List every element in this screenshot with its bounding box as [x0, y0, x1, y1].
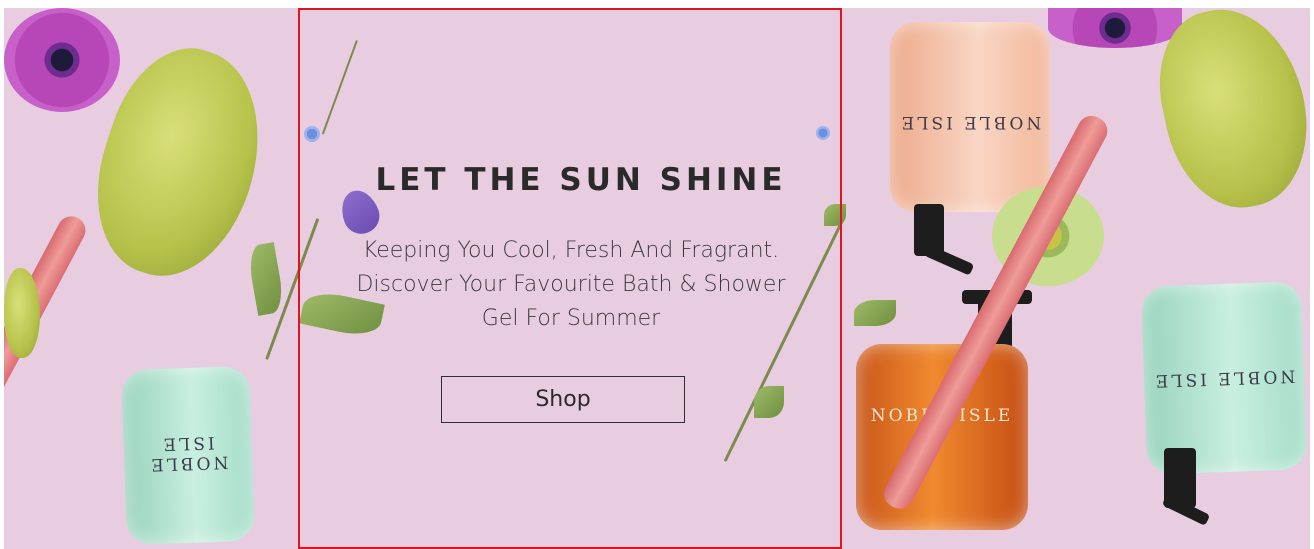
mint-shower-gel-bottle: NOBLE ISLE	[120, 365, 256, 546]
shop-button[interactable]: Shop	[441, 376, 685, 423]
banner-headline: LET THE SUN SHINE	[375, 162, 787, 198]
peach-shower-gel-bottle: NOBLE ISLE	[890, 22, 1050, 212]
leaf-icon	[246, 242, 286, 316]
banner-subtext: Keeping You Cool, Fresh And Fragrant. Di…	[356, 238, 786, 331]
bottle-brand-label: NOBLE ISLE	[147, 432, 229, 475]
rhubarb-stalk-icon	[4, 211, 91, 516]
bottle-brand-label: NOBLE ISLE	[1152, 365, 1296, 391]
leaf-icon	[854, 300, 896, 326]
bottle-brand-label: NOBLE ISLE	[898, 112, 1042, 132]
pump-nozzle-icon	[923, 244, 975, 276]
rhubarb-leaf-icon	[4, 268, 40, 358]
anemone-flower-icon	[1048, 8, 1182, 48]
mint-shower-gel-bottle: NOBLE ISLE	[1140, 281, 1308, 475]
anemone-flower-icon	[4, 8, 120, 112]
rhubarb-leaf-icon	[1144, 8, 1310, 221]
